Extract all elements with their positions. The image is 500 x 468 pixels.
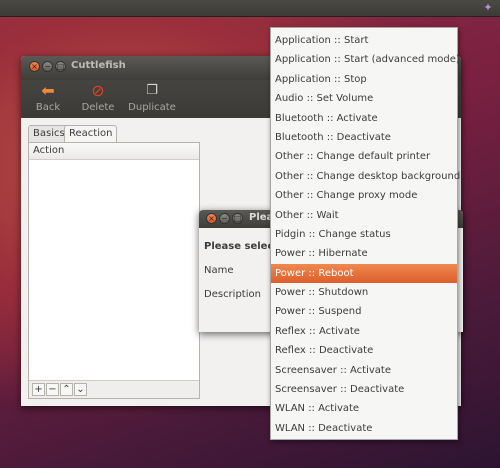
- menu-item[interactable]: Reflex :: Activate: [271, 322, 457, 341]
- menu-item[interactable]: Other :: Change proxy mode: [271, 186, 457, 205]
- menu-item[interactable]: Bluetooth :: Activate: [271, 109, 457, 128]
- back-button[interactable]: ⬅ Back: [24, 80, 72, 113]
- action-list[interactable]: [29, 160, 199, 380]
- menu-item[interactable]: Reflex :: Deactivate: [271, 341, 457, 360]
- action-type-menu: Application :: Start Application :: Start…: [270, 27, 460, 440]
- menu-item[interactable]: Power :: Suspend: [271, 302, 457, 321]
- menu-items: Application :: Start Application :: Start…: [271, 28, 460, 438]
- duplicate-button[interactable]: ❐ Duplicate: [124, 80, 180, 113]
- dialog-minimize-icon[interactable]: −: [219, 213, 230, 224]
- menu-item[interactable]: Screensaver :: Deactivate: [271, 380, 457, 399]
- menu-item[interactable]: WLAN :: Deactivate: [271, 419, 457, 438]
- menu-item[interactable]: WLAN :: Activate: [271, 399, 457, 418]
- menu-item[interactable]: Other :: Wait: [271, 206, 457, 225]
- top-panel: ✦: [0, 0, 500, 17]
- tab-reaction[interactable]: Reaction: [64, 125, 118, 142]
- move-up-button[interactable]: ⌃: [60, 383, 73, 396]
- window-title: Cuttlefish: [71, 60, 126, 71]
- menu-item[interactable]: Power :: Shutdown: [271, 283, 457, 302]
- dialog-close-icon[interactable]: ×: [206, 213, 217, 224]
- description-label: Description: [204, 289, 261, 300]
- menu-item[interactable]: Pidgin :: Change status: [271, 225, 457, 244]
- menu-item[interactable]: Power :: Reboot: [271, 263, 457, 284]
- remove-action-button[interactable]: −: [46, 383, 59, 396]
- action-list-toolbar: + − ⌃ ⌄: [29, 380, 199, 398]
- menu-item[interactable]: Application :: Start: [271, 31, 457, 50]
- menu-item[interactable]: Screensaver :: Activate: [271, 361, 457, 380]
- delete-icon: ⊘: [91, 81, 105, 100]
- maximize-icon[interactable]: □: [55, 61, 66, 72]
- back-button-label: Back: [35, 102, 61, 113]
- action-list-panel: Action + − ⌃ ⌄: [28, 142, 200, 399]
- back-arrow-icon: ⬅: [41, 81, 55, 100]
- menu-item[interactable]: Application :: Start (advanced mode): [271, 50, 460, 69]
- menu-item[interactable]: Other :: Change desktop background: [271, 167, 460, 186]
- delete-button[interactable]: ⊘ Delete: [74, 80, 122, 113]
- action-column-header[interactable]: Action: [29, 143, 199, 160]
- menu-item[interactable]: Application :: Stop: [271, 70, 457, 89]
- add-action-button[interactable]: +: [32, 383, 45, 396]
- duplicate-button-label: Duplicate: [128, 102, 176, 113]
- dialog-maximize-icon[interactable]: □: [232, 213, 243, 224]
- menu-item[interactable]: Power :: Hibernate: [271, 244, 457, 263]
- delete-button-label: Delete: [81, 102, 115, 113]
- close-icon[interactable]: ×: [29, 61, 40, 72]
- dialog-prompt: Please select: [204, 241, 279, 252]
- move-down-button[interactable]: ⌄: [74, 383, 87, 396]
- indicator-icon[interactable]: ✦: [482, 2, 494, 14]
- duplicate-icon: ❐: [146, 83, 158, 98]
- menu-item[interactable]: Bluetooth :: Deactivate: [271, 128, 457, 147]
- menu-item[interactable]: Other :: Change default printer: [271, 147, 457, 166]
- name-label: Name: [204, 265, 234, 276]
- menu-item[interactable]: Audio :: Set Volume: [271, 89, 457, 108]
- minimize-icon[interactable]: −: [42, 61, 53, 72]
